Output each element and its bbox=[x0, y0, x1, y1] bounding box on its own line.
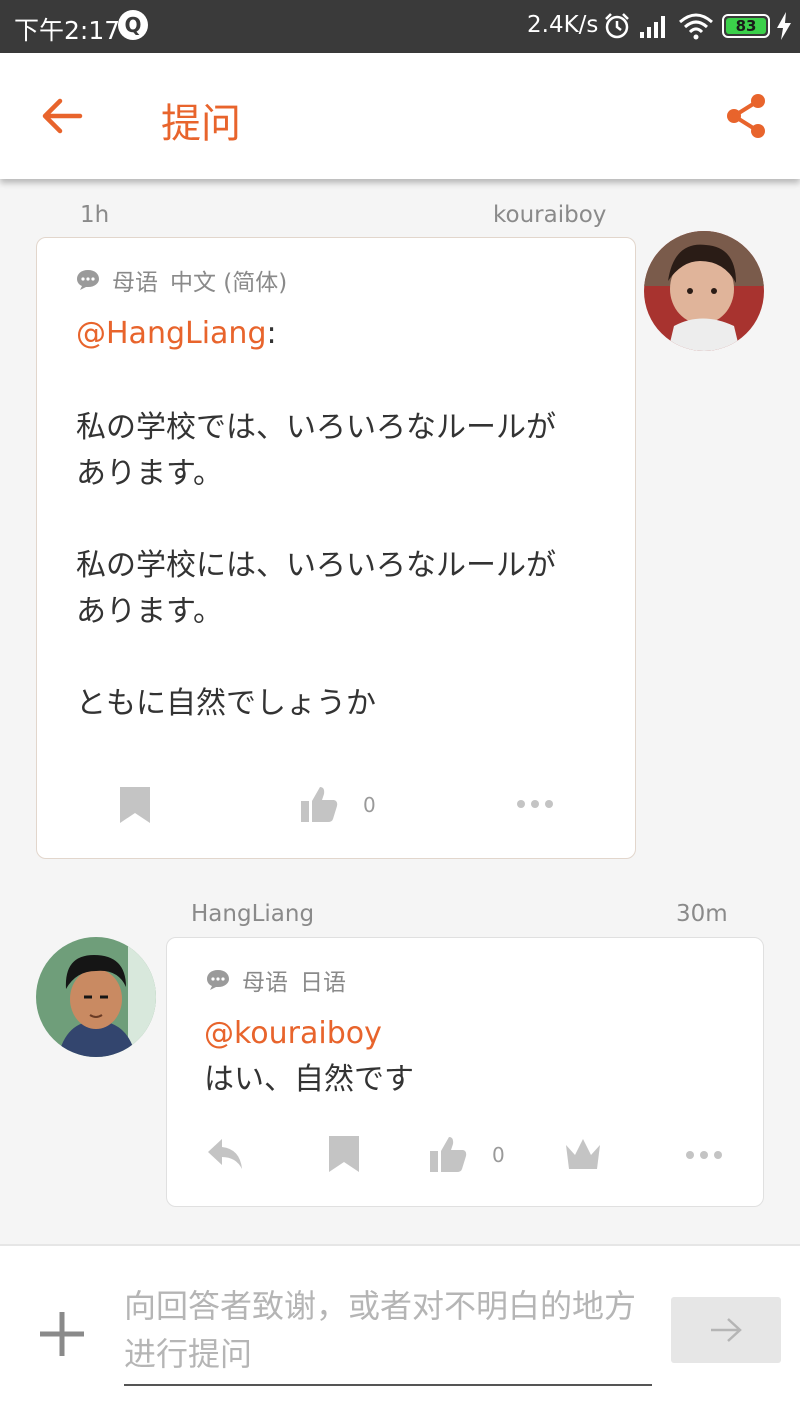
network-speed: 2.4K/s bbox=[527, 12, 599, 38]
chat-bubble-icon bbox=[207, 970, 229, 990]
avatar-photo bbox=[644, 231, 764, 351]
language-row: 母语 日语 bbox=[206, 963, 346, 997]
crown-icon[interactable] bbox=[564, 1137, 602, 1171]
more-icon[interactable] bbox=[685, 1150, 723, 1160]
thumbs-up-icon[interactable] bbox=[429, 1135, 467, 1173]
alarm-icon bbox=[605, 13, 629, 39]
mention-suffix: : bbox=[266, 316, 277, 351]
bookmark-icon[interactable] bbox=[118, 787, 152, 823]
share-icon[interactable] bbox=[722, 91, 772, 141]
battery-level: 83 bbox=[726, 18, 766, 34]
signal-icon bbox=[640, 16, 665, 38]
back-arrow-icon[interactable] bbox=[36, 93, 86, 139]
avatar[interactable] bbox=[644, 231, 764, 351]
plus-icon[interactable] bbox=[36, 1308, 88, 1360]
more-icon[interactable] bbox=[516, 799, 554, 809]
conversation: 1h kouraiboy 母语 中文 (简体) @HangLiang: 私の学校… bbox=[0, 179, 800, 1244]
status-bar: 下午2:17 Q 2.4K/s 83 bbox=[0, 0, 800, 53]
like-count: 0 bbox=[363, 793, 376, 817]
message-author[interactable]: kouraiboy bbox=[493, 202, 606, 228]
message-mention-line: @kouraiboy bbox=[204, 1011, 382, 1057]
message-body: はい、自然です bbox=[204, 1062, 414, 1097]
avatar-photo bbox=[36, 937, 156, 1057]
language-value: 日语 bbox=[300, 970, 346, 996]
message-author[interactable]: HangLiang bbox=[191, 901, 314, 927]
mention-link[interactable]: @kouraiboy bbox=[204, 1016, 382, 1051]
avatar[interactable] bbox=[36, 937, 156, 1057]
send-arrow-icon bbox=[711, 1318, 742, 1342]
q-icon: Q bbox=[118, 10, 148, 40]
battery-icon: 83 bbox=[722, 14, 770, 38]
like-count: 0 bbox=[492, 1143, 505, 1167]
reply-icon[interactable] bbox=[206, 1137, 244, 1171]
status-time: 下午2:17 bbox=[14, 16, 121, 45]
language-label: 母语 bbox=[112, 270, 158, 296]
language-label: 母语 bbox=[242, 970, 288, 996]
thumbs-up-icon[interactable] bbox=[300, 785, 338, 823]
composer bbox=[0, 1244, 800, 1422]
message-time: 30m bbox=[676, 901, 728, 927]
chat-bubble-icon bbox=[77, 270, 99, 290]
message-time: 1h bbox=[80, 202, 110, 228]
language-value: 中文 (简体) bbox=[170, 270, 288, 296]
message-mention-line: @HangLiang: bbox=[76, 311, 277, 357]
app-bar: 提问 bbox=[0, 53, 800, 179]
page-title: 提问 bbox=[161, 101, 241, 147]
language-row: 母语 中文 (简体) bbox=[76, 263, 287, 297]
message-body: 私の学校では、いろいろなルールが あります。 私の学校には、いろいろなルールが … bbox=[76, 410, 556, 721]
bookmark-icon[interactable] bbox=[327, 1136, 361, 1172]
send-button[interactable] bbox=[671, 1297, 781, 1363]
wifi-icon bbox=[679, 13, 713, 40]
mention-link[interactable]: @HangLiang bbox=[76, 316, 267, 351]
message-input[interactable] bbox=[124, 1282, 652, 1386]
charging-icon bbox=[777, 12, 791, 40]
